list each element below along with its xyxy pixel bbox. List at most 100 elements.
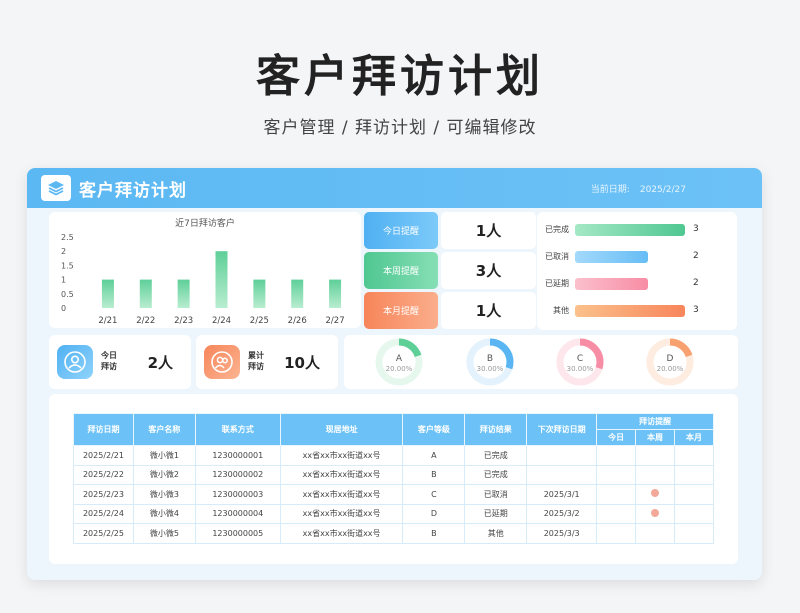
y-tick-label: 2.5 <box>61 233 74 242</box>
table-row[interactable]: 2025/2/25 微小微5 1230000005 xx省xx市xx街道xx号 B 其他 2… <box>73 523 714 544</box>
level-letter: D <box>667 354 674 364</box>
x-tick-label: 2/22 <box>136 316 155 326</box>
bar-2/27 <box>329 279 342 308</box>
table-cell: 2025/3/1 <box>526 484 598 505</box>
month-reminder-label[interactable]: 本月提醒 <box>364 292 438 329</box>
col-address: 现居地址 <box>279 413 404 446</box>
table-cell <box>674 523 714 544</box>
status-row-other: 其他 3 <box>537 304 737 318</box>
table-cell <box>674 503 714 524</box>
bar-2/23 <box>177 279 190 308</box>
level-letter: A <box>396 354 403 364</box>
level-letter: C <box>577 354 583 364</box>
table-row[interactable]: 2025/2/24 微小微4 1230000004 xx省xx市xx街道xx号 D 已延期… <box>73 503 714 524</box>
hero-title: 客户拜访计划 <box>256 51 544 102</box>
table-cell: 微小微2 <box>132 464 196 485</box>
table-cell: xx省xx市xx街道xx号 <box>279 464 404 485</box>
table-cell <box>674 464 714 485</box>
table-cell: 2025/2/21 <box>73 445 134 466</box>
col-customer-name: 客户名称 <box>132 413 196 446</box>
table-cell: 微小微3 <box>132 484 196 505</box>
today-visits-label: 今日拜访 <box>101 351 117 371</box>
customer-level-donuts: A20.00%B30.00%C30.00%D20.00% <box>375 338 694 386</box>
x-tick-label: 2/25 <box>250 316 269 326</box>
col-reminder-month: 本月 <box>674 429 714 446</box>
table-cell: 1230000003 <box>194 484 281 505</box>
table-cell: xx省xx市xx街道xx号 <box>279 484 404 505</box>
table-cell: 已延期 <box>464 503 528 524</box>
table-cell: B <box>402 523 466 544</box>
table-cell: D <box>402 503 466 524</box>
table-cell <box>526 464 598 485</box>
y-tick-label: 0.5 <box>61 290 74 299</box>
table-cell: 2025/3/3 <box>526 523 598 544</box>
table-row[interactable]: 2025/2/23 微小微3 1230000003 xx省xx市xx街道xx号 C 已取消… <box>73 484 714 505</box>
table-cell <box>596 503 637 524</box>
table-cell <box>674 484 714 505</box>
week-reminder-label[interactable]: 本周提醒 <box>364 252 438 289</box>
col-next-visit: 下次拜访日期 <box>526 413 598 446</box>
table-cell: 2025/2/24 <box>73 503 134 524</box>
status-row-completed: 已完成 3 <box>537 223 737 237</box>
status-row-cancelled: 已取消 2 <box>537 250 737 264</box>
table-cell: C <box>402 484 466 505</box>
col-level: 客户等级 <box>402 413 466 446</box>
stack-layers-icon <box>41 175 71 201</box>
table-cell: B <box>402 464 466 485</box>
level-percent: 30.00% <box>567 365 594 373</box>
table-cell: 2025/2/23 <box>73 484 134 505</box>
table-cell <box>596 484 637 505</box>
reminder-dot-icon <box>651 508 660 517</box>
table-cell <box>596 464 637 485</box>
total-visits-card: 累计拜访 10人 <box>196 335 338 389</box>
total-visits-value: 10人 <box>284 354 320 372</box>
table-cell: 1230000001 <box>194 445 281 466</box>
table-cell: 2025/2/25 <box>73 523 134 544</box>
today-reminder-label[interactable]: 今日提醒 <box>364 212 438 249</box>
level-percent: 30.00% <box>477 365 504 373</box>
y-tick-label: 1.5 <box>61 261 74 270</box>
status-bar <box>575 305 685 317</box>
table-cell: 其他 <box>464 523 528 544</box>
customer-level-panel: A 20.00% B 30.00% C 30.00% D 20.00% <box>344 335 738 389</box>
x-tick-label: 2/26 <box>288 316 307 326</box>
status-bar <box>575 224 685 236</box>
table-cell <box>596 445 637 466</box>
x-tick-label: 2/24 <box>212 316 231 326</box>
user-icon <box>57 345 93 379</box>
today-visits-value: 2人 <box>147 354 173 372</box>
table-cell <box>635 503 675 524</box>
status-value: 3 <box>693 224 699 234</box>
table-cell <box>635 523 675 544</box>
current-date: 当前日期: 2025/2/27 <box>581 182 686 195</box>
app-header: 客户拜访计划 当前日期: 2025/2/27 <box>27 168 762 208</box>
today-visits-card: 今日拜访 2人 <box>49 335 191 389</box>
status-bar <box>575 251 649 263</box>
table-cell: xx省xx市xx街道xx号 <box>279 445 404 466</box>
table-cell: xx省xx市xx街道xx号 <box>279 503 404 524</box>
bar-2/26 <box>291 279 304 308</box>
bar-2/22 <box>139 279 152 308</box>
status-bar <box>575 278 649 290</box>
col-reminder: 拜访提醒 <box>596 413 714 430</box>
x-tick-label: 2/21 <box>98 316 117 326</box>
x-tick-label: 2/23 <box>174 316 193 326</box>
level-percent: 20.00% <box>386 365 413 373</box>
status-value: 2 <box>693 251 699 261</box>
status-row-delayed: 已延期 2 <box>537 277 737 291</box>
status-value: 3 <box>693 305 699 315</box>
col-visit-date: 拜访日期 <box>73 413 134 446</box>
y-tick-label: 0 <box>61 304 66 313</box>
table-row[interactable]: 2025/2/21 微小微1 1230000001 xx省xx市xx街道xx号 A 已完成 <box>73 445 714 466</box>
hero-subtitle: 客户管理 / 拜访计划 / 可编辑修改 <box>263 118 537 138</box>
date-value: 2025/2/27 <box>639 185 686 195</box>
table-row[interactable]: 2025/2/22 微小微2 1230000002 xx省xx市xx街道xx号 B 已完成 <box>73 464 714 485</box>
week-reminder-value: 3人 <box>441 252 536 289</box>
table-cell: 已取消 <box>464 484 528 505</box>
visits-chart-panel: 近7日拜访客户 2.5 2 1.5 1 0.5 0 2/21 2/22 2/23 2/24 2/25… <box>49 212 361 328</box>
table-cell: 微小微1 <box>132 445 196 466</box>
y-tick-label: 2 <box>61 247 66 256</box>
table-cell: A <box>402 445 466 466</box>
date-label: 当前日期: <box>590 185 630 195</box>
table-cell: 1230000004 <box>194 503 281 524</box>
